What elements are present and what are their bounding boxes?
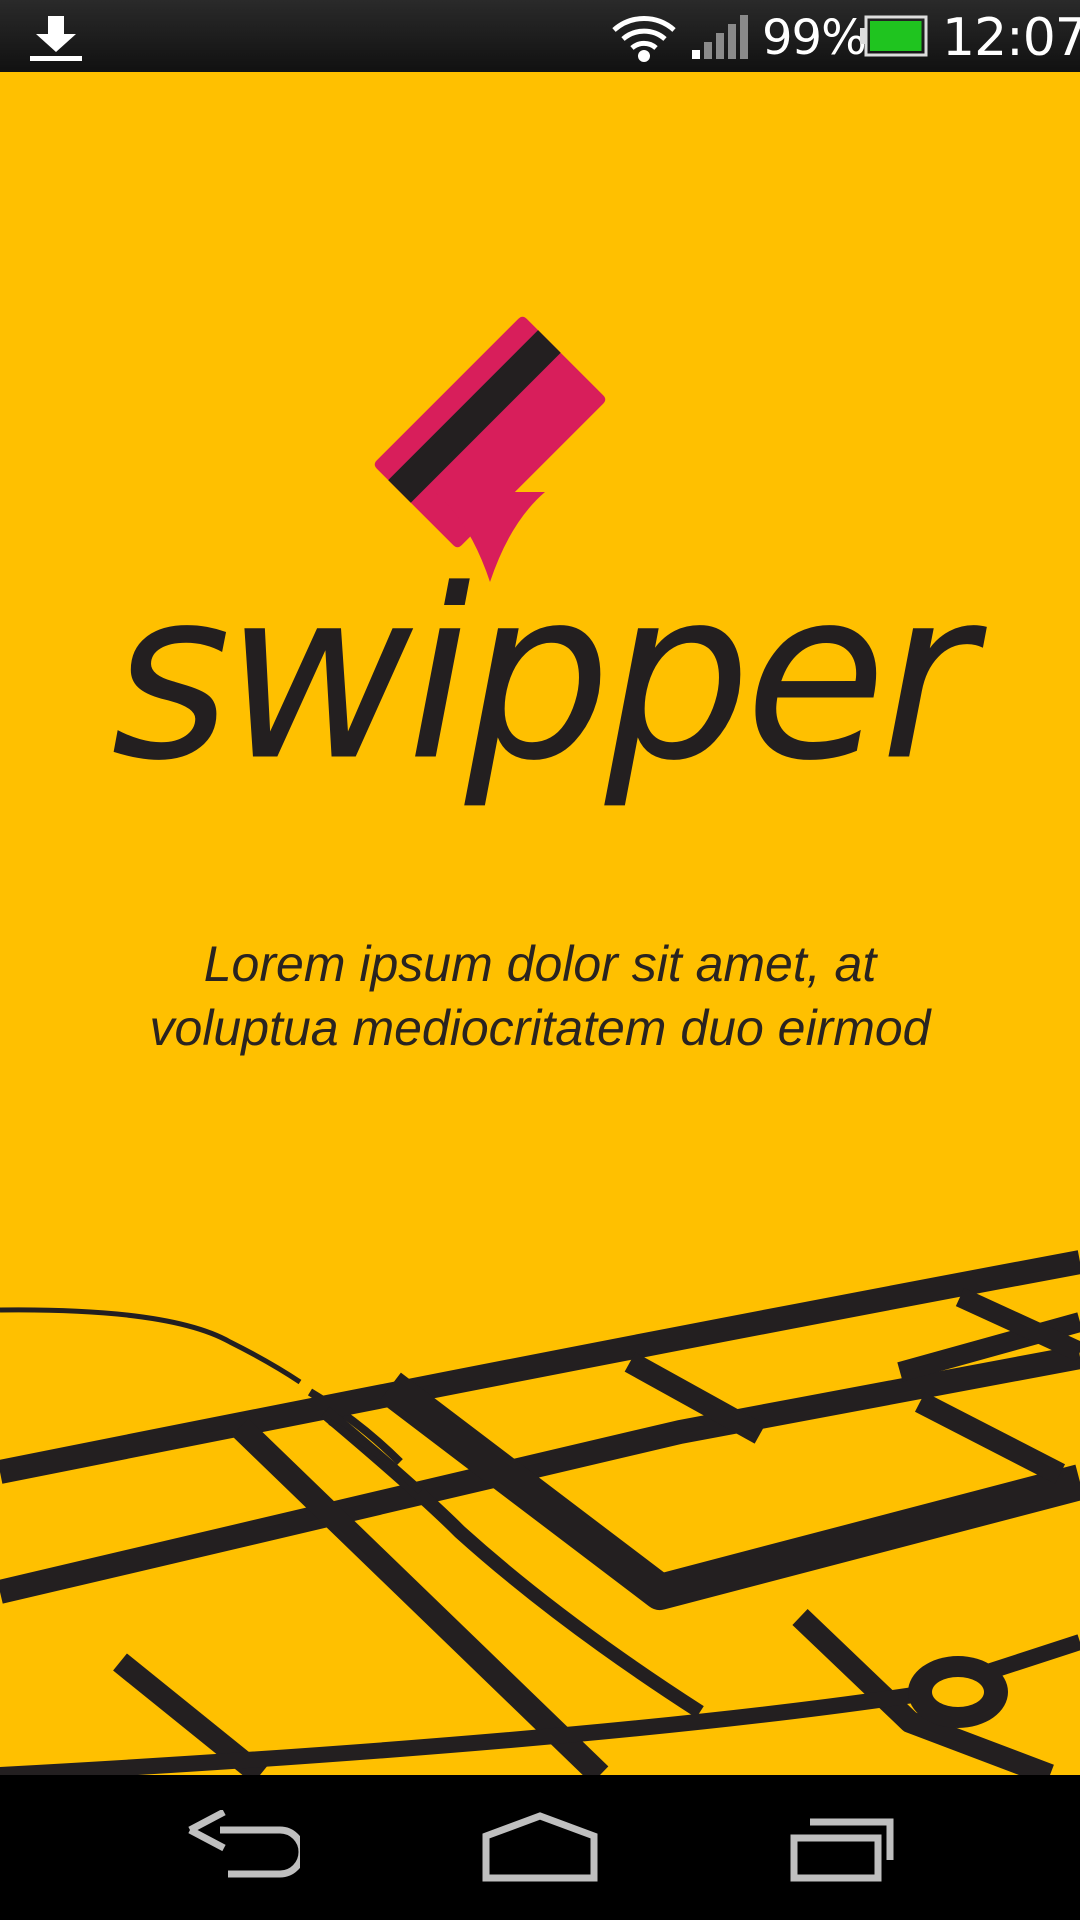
battery-icon: [860, 15, 928, 57]
app-name: swipper: [111, 540, 975, 813]
battery-percent: 99%: [762, 10, 867, 66]
splash-screen: swipper Lorem ipsum dolor sit amet, at v…: [0, 72, 1080, 1775]
download-icon: [30, 16, 82, 61]
tagline-line-2: voluptua mediocritatem duo eirmod: [149, 1000, 931, 1056]
tagline-line-1: Lorem ipsum dolor sit amet, at: [203, 936, 877, 992]
signal-icon: [692, 15, 748, 59]
back-icon[interactable]: [180, 1810, 300, 1885]
tagline: Lorem ipsum dolor sit amet, at voluptua …: [90, 932, 990, 1060]
navigation-bar: [0, 1775, 1080, 1920]
recent-apps-icon[interactable]: [780, 1810, 900, 1885]
status-bar: 99% 12:07: [0, 0, 1080, 72]
street-map-illustration: [0, 1250, 1080, 1775]
clock: 12:07: [942, 8, 1080, 68]
home-icon[interactable]: [480, 1810, 600, 1885]
wifi-icon: [612, 16, 676, 62]
